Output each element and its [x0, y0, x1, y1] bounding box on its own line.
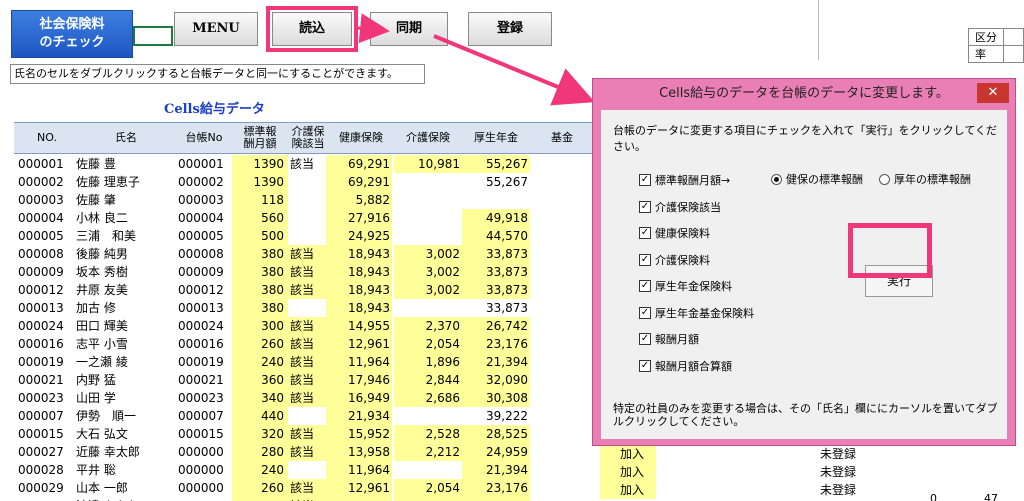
- dialog-checkbox[interactable]: ✓ 報酬月額: [639, 331, 699, 347]
- dialog-checkbox[interactable]: ✓ 介護保険該当: [639, 199, 721, 215]
- close-icon[interactable]: ✕: [977, 83, 1009, 103]
- checkbox-label: 厚生年金基金保険料: [655, 306, 754, 320]
- dialog-checkbox[interactable]: ✓ 標準報酬月額→: [639, 172, 730, 188]
- checkbox-checked-icon[interactable]: ✓: [639, 253, 651, 266]
- arrow-to-dialog: [433, 34, 595, 106]
- checkbox-label: 介護保険料: [655, 253, 710, 267]
- checkbox-checked-icon[interactable]: ✓: [639, 333, 651, 345]
- checkbox-checked-icon[interactable]: ✓: [639, 280, 651, 292]
- checkbox-label: 標準報酬月額→: [655, 174, 731, 187]
- checkbox-checked-icon[interactable]: ✓: [639, 306, 651, 319]
- radio-kosei-standard[interactable]: 厚年の標準報酬: [879, 171, 971, 187]
- dialog-title: Cells給与のデータを台帳のデータに変更します。: [659, 86, 949, 101]
- checkbox-label: 介護保険該当: [655, 200, 721, 214]
- dialog-body: 台帳のデータに変更する項目にチェックを入れて「実行」をクリックしてください。 ✓…: [601, 110, 1007, 439]
- radio-kenpo-standard[interactable]: 健保の標準報酬: [771, 171, 863, 187]
- dialog-footnote: 特定の社員のみを変更する場合は、その「氏名」欄ににカーソルを置いてダブルクリック…: [613, 402, 998, 428]
- dialog-instruction: 台帳のデータに変更する項目にチェックを入れて「実行」をクリックしてください。: [613, 124, 998, 153]
- dialog-checkbox[interactable]: ✓ 厚生年金保険料: [639, 278, 732, 294]
- radio-dot-icon[interactable]: [879, 173, 890, 185]
- checkbox-checked-icon[interactable]: ✓: [639, 359, 651, 372]
- sync-dialog: Cells給与のデータを台帳のデータに変更します。 ✕ 台帳のデータに変更する項…: [592, 78, 1016, 446]
- radio-kenpo-label: 健保の標準報酬: [786, 173, 863, 186]
- arrow-to-sync: [357, 13, 390, 44]
- checkbox-label: 報酬月額合算額: [655, 359, 732, 373]
- checkbox-checked-icon[interactable]: ✓: [639, 200, 651, 213]
- execute-highlight-frame: [848, 223, 932, 278]
- radio-kosei-label: 厚年の標準報酬: [894, 173, 971, 186]
- checkbox-label: 報酬月額: [655, 333, 699, 346]
- checkbox-label: 健康保険料: [655, 227, 710, 240]
- checkbox-label: 厚生年金保険料: [655, 280, 732, 293]
- dialog-checkbox[interactable]: ✓ 健康保険料: [639, 225, 710, 241]
- dialog-checkbox[interactable]: ✓ 厚生年金基金保険料: [639, 305, 754, 321]
- radio-dot-selected-icon[interactable]: [771, 173, 782, 185]
- dialog-checkbox[interactable]: ✓ 介護保険料: [639, 252, 710, 268]
- checkbox-checked-icon[interactable]: ✓: [639, 174, 651, 186]
- dialog-checkbox[interactable]: ✓ 報酬月額合算額: [639, 358, 732, 374]
- checkbox-checked-icon[interactable]: ✓: [639, 227, 651, 239]
